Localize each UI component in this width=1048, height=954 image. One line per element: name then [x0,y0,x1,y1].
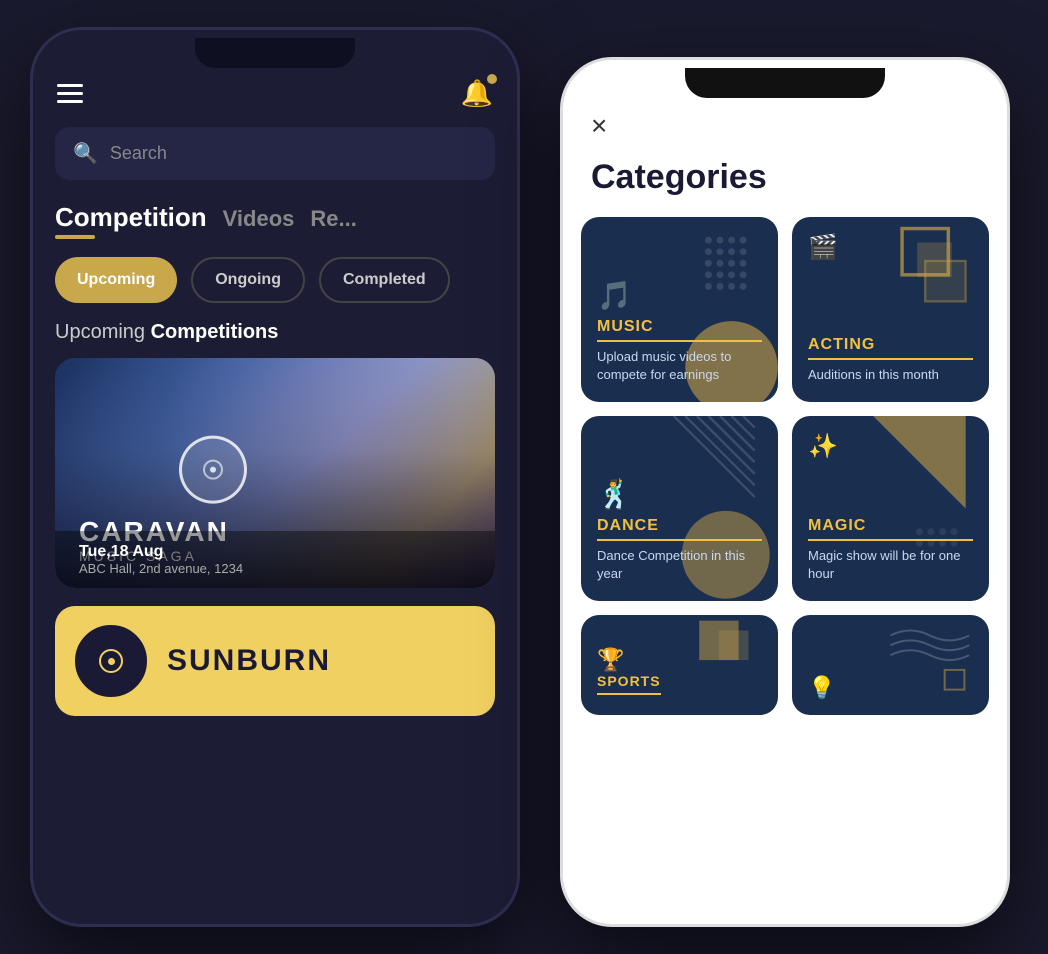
filter-row: Upcoming Ongoing Completed [33,239,517,317]
card1-date-venue: Tue,18 Aug ABC Hall, 2nd avenue, 1234 [55,531,495,588]
dance-title: DANCE [597,517,762,541]
hamburger-menu[interactable] [57,84,83,103]
magic-icon: ✨ [808,432,838,461]
search-placeholder: Search [110,143,167,164]
phone-right: × Categories [560,57,1010,927]
competition-card-2[interactable]: SUNBURN [55,606,495,716]
competition-card-1[interactable]: CARAVAN MUSIC SAGA Tue,18 Aug ABC Hall, … [55,358,495,588]
filter-ongoing[interactable]: Ongoing [191,257,305,303]
section-title: Upcoming Competitions [33,317,517,358]
category-sports[interactable]: 🏆 SPORTS [581,615,778,715]
category-acting[interactable]: 🎬 ACTING Auditions in this month [792,217,989,402]
card2-event-name: SUNBURN [167,644,331,678]
ideas-icon: 💡 [808,675,835,701]
categories-grid: 🎵 MUSIC Upload music videos to compete f… [563,217,1007,601]
magic-title: MAGIC [808,517,973,541]
acting-desc: Auditions in this month [808,366,973,384]
magic-desc: Magic show will be for one hour [808,547,973,583]
acting-title: ACTING [808,336,973,360]
music-desc: Upload music videos to compete for earni… [597,348,762,384]
dance-desc: Dance Competition in this year [597,547,762,583]
notch-left [195,38,355,68]
card1-date: Tue,18 Aug [79,543,471,561]
music-title: MUSIC [597,318,762,342]
filter-completed[interactable]: Completed [319,257,450,303]
tab-videos[interactable]: Videos [223,206,295,238]
notch-right [685,68,885,98]
bottom-categories-row: 🏆 SPORTS 💡 [563,601,1007,715]
search-icon: 🔍 [73,141,98,166]
sports-title: SPORTS [597,673,661,695]
search-bar[interactable]: 🔍 Search [55,127,495,180]
tab-competition[interactable]: Competition [55,202,207,239]
tabs-row: Competition Videos Re... [55,202,495,239]
category-ideas[interactable]: 💡 [792,615,989,715]
card1-venue: ABC Hall, 2nd avenue, 1234 [79,561,471,576]
tab-re[interactable]: Re... [310,206,356,238]
category-music[interactable]: 🎵 MUSIC Upload music videos to compete f… [581,217,778,402]
phone-left: 🔔 🔍 Search Competition Videos Re... Upco… [30,27,520,927]
sports-icon: 🏆 [597,647,661,673]
tabs-section: Competition Videos Re... [33,192,517,239]
bell-icon[interactable]: 🔔 [461,78,493,109]
categories-title: Categories [563,158,1007,217]
dance-icon: 🕺 [597,478,762,511]
music-icon: 🎵 [597,279,762,312]
status-bar-left: 🔔 [33,68,517,115]
category-dance[interactable]: 🕺 DANCE Dance Competition in this year [581,416,778,601]
filter-upcoming[interactable]: Upcoming [55,257,177,303]
close-button[interactable]: × [591,110,607,142]
category-magic[interactable]: ✨ MAGIC Magic show will be for one hour [792,416,989,601]
close-header: × [563,98,1007,158]
